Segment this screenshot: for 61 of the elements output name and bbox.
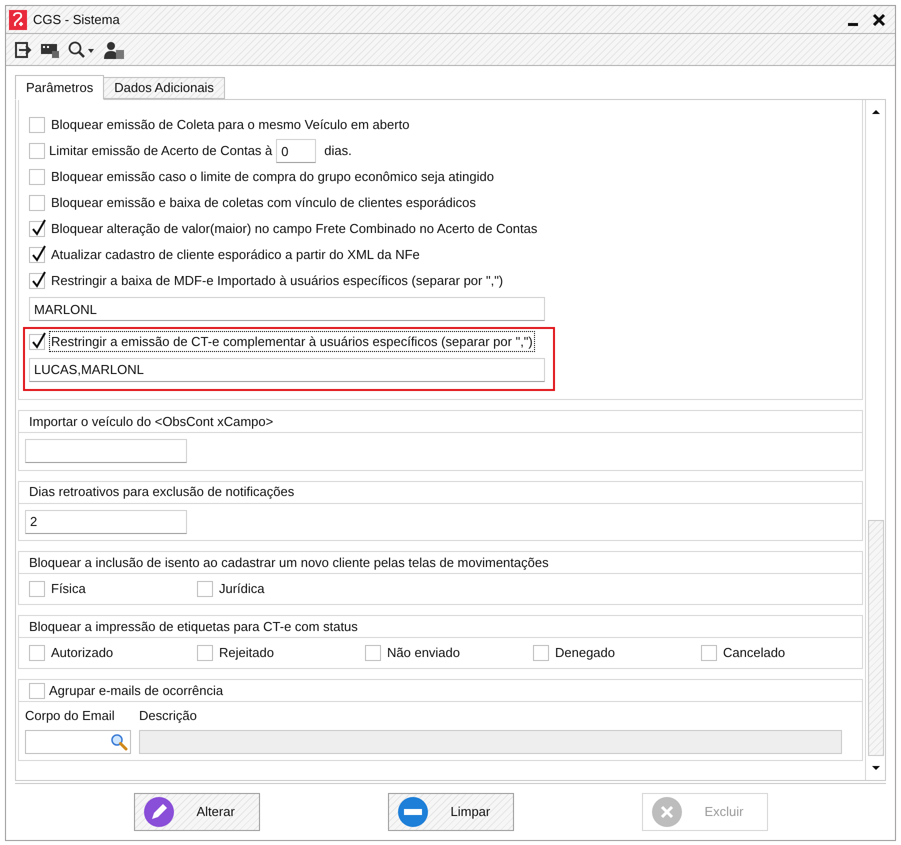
checkbox[interactable]	[701, 645, 717, 661]
exit-icon[interactable]	[14, 40, 32, 58]
checkbox-label: Limitar emissão de Acerto de Contas à	[49, 142, 272, 160]
checkbox[interactable]	[29, 645, 45, 661]
section-title: Dias retroativos para exclusão de notificações	[29, 483, 294, 502]
field-label: Descrição	[139, 707, 198, 725]
tab[interactable]: Parâmetros	[15, 75, 104, 100]
checkbox-label: Jurídica	[218, 580, 266, 598]
text-field[interactable]	[25, 439, 187, 463]
checkbox-label: Agrupar e-mails de ocorrência	[49, 682, 224, 700]
pencil-icon	[142, 796, 174, 828]
checkbox-label: Rejeitado	[218, 644, 275, 662]
checkbox[interactable]	[29, 273, 45, 289]
checkbox[interactable]	[365, 645, 381, 661]
checkbox[interactable]	[197, 581, 213, 597]
checkbox-label: Bloquear emissão caso o limite de compra do grupo econômico seja atingido	[50, 168, 495, 186]
field-label: Corpo do Email	[25, 707, 116, 725]
checkbox[interactable]	[29, 334, 45, 350]
minus-icon	[396, 796, 428, 828]
checkbox[interactable]	[29, 169, 45, 185]
checkbox-label: Autorizado	[50, 644, 114, 662]
text-field[interactable]: 0	[276, 139, 316, 163]
search-icon[interactable]	[68, 40, 96, 58]
checkbox[interactable]	[29, 682, 45, 698]
edit-button[interactable]: Alterar	[134, 793, 260, 831]
checkbox[interactable]	[197, 645, 213, 661]
app-logo-icon	[9, 10, 27, 30]
window-title: CGS - Sistema	[33, 10, 120, 29]
text-field[interactable]: MARLONL	[29, 297, 545, 321]
checkbox[interactable]	[29, 117, 45, 133]
checkbox-label: Denegado	[554, 644, 616, 662]
section-title: Bloquear a inclusão de isento ao cadastrar um novo cliente pelas telas de movimentações	[29, 554, 549, 572]
checkbox[interactable]	[533, 645, 549, 661]
section-title: Bloquear a impressão de etiquetas para CT-e com status	[29, 618, 358, 636]
scroll-down-icon[interactable]	[870, 764, 880, 772]
checkbox-label: Restringir a emissão de CT-e complementar à usuários específicos (separar por ",")	[49, 330, 535, 352]
checkbox-label: Bloquear alteração de valor(maior) no campo Frete Combinado no Acerto de Contas	[50, 220, 538, 238]
checkbox-label: Não enviado	[386, 644, 461, 662]
checkbox[interactable]	[29, 581, 45, 597]
section-title: Importar o veículo do <ObsCont xCampo>	[29, 412, 274, 431]
checkbox[interactable]	[29, 195, 45, 211]
search-field[interactable]	[25, 730, 131, 754]
scroll-up-icon[interactable]	[870, 108, 880, 116]
checkbox[interactable]	[29, 247, 45, 263]
checkbox-label: Cancelado	[722, 644, 786, 662]
checkbox-label: Bloquear emissão e baixa de coletas com vínculo de clientes esporádicos	[50, 194, 477, 212]
scrollbar[interactable]	[865, 100, 885, 780]
text-field[interactable]: LUCAS,MARLONL	[29, 358, 545, 382]
tab[interactable]: Dados Adicionais	[103, 77, 225, 99]
checkbox-label: Restringir a baixa de MDF-e Importado à usuários específicos (separar por ",")	[50, 272, 504, 290]
checkbox-label: Atualizar cadastro de cliente esporádico a partir do XML da NFe	[50, 246, 421, 264]
close-icon[interactable]	[872, 12, 886, 26]
user-icon[interactable]	[104, 40, 124, 58]
checkbox[interactable]	[29, 221, 45, 237]
close-icon	[650, 796, 682, 828]
clear-button[interactable]: Limpar	[388, 793, 514, 831]
checkbox-label: Bloquear emissão de Coleta para o mesmo Veículo em aberto	[50, 116, 410, 134]
checkbox-label: Física	[50, 580, 87, 598]
days-label: dias.	[324, 142, 352, 160]
text-field[interactable]: 2	[25, 510, 187, 534]
checkbox[interactable]	[29, 143, 45, 159]
